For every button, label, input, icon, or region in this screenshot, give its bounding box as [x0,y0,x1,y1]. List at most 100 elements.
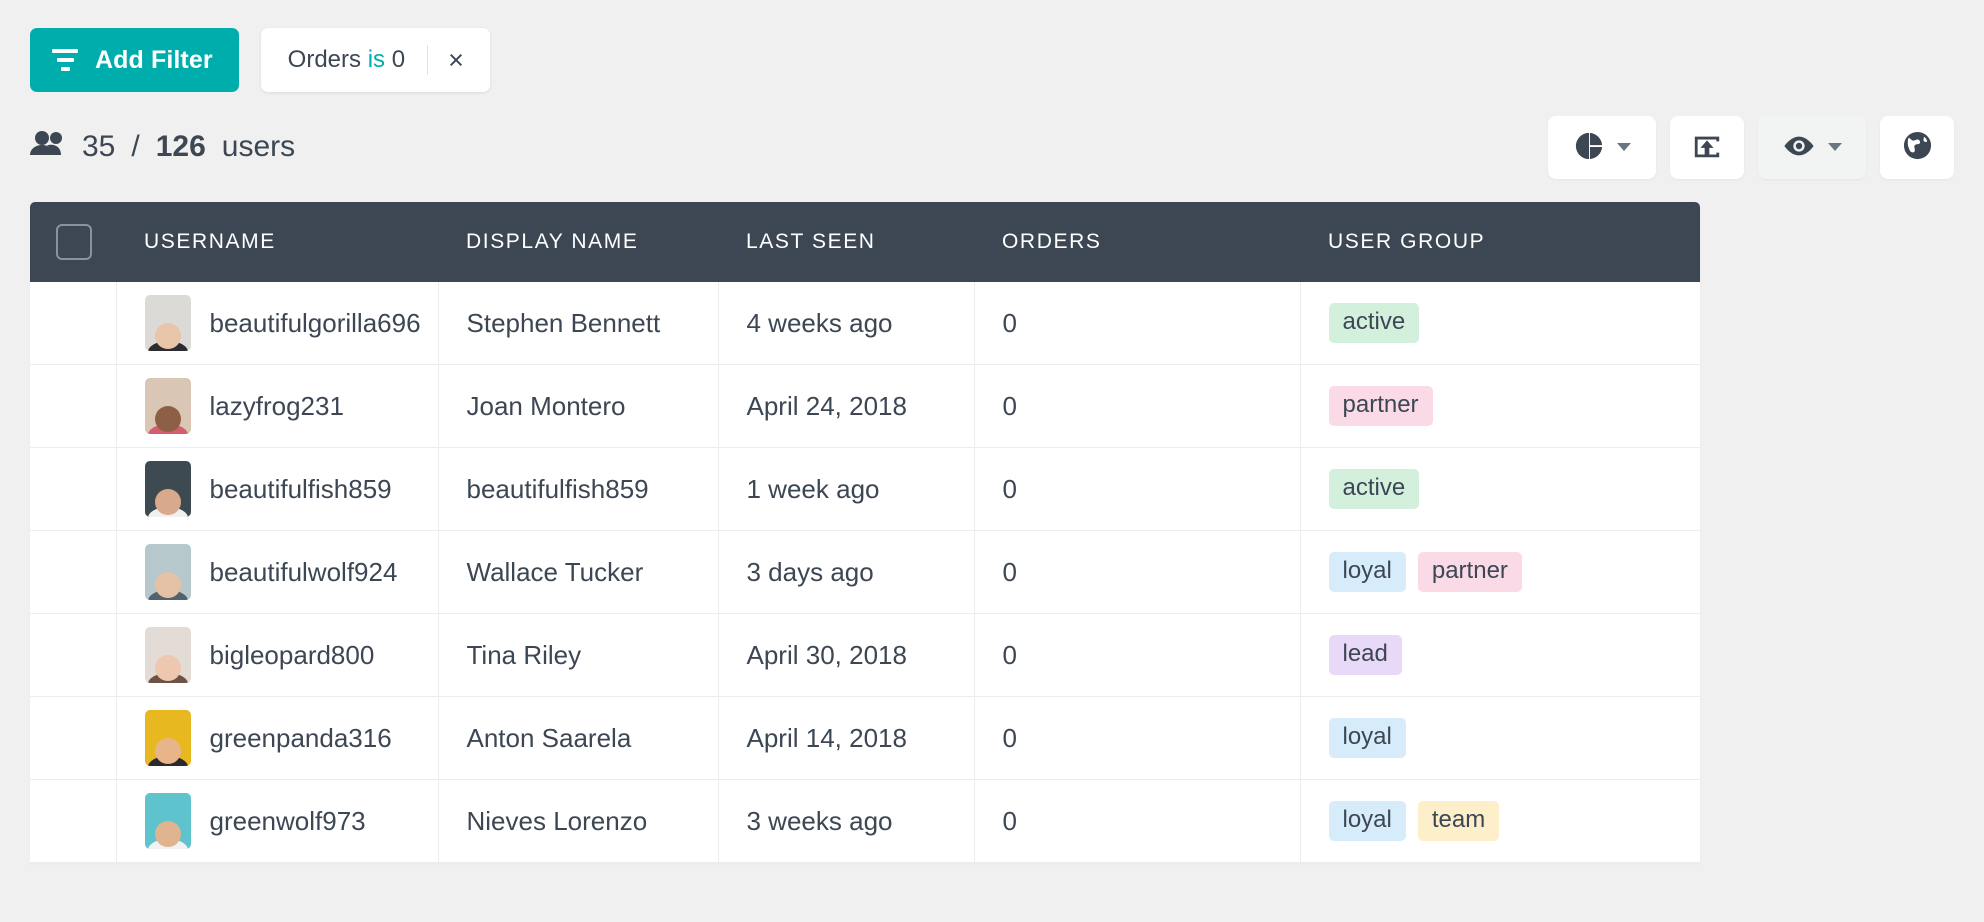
avatar [144,461,191,517]
avatar [144,378,191,434]
toolbar-buttons [1548,115,1954,179]
filter-chip-orders[interactable]: Orders is 0 × [260,28,490,92]
export-upload-icon [1692,131,1722,164]
cell-username[interactable]: beautifulfish859 [116,447,439,531]
table-row[interactable]: greenwolf973 Nieves Lorenzo 3 weeks ago 0 lo… [30,779,1700,863]
select-all-header [30,202,116,282]
cell-display-name: Anton Saarela [438,696,719,780]
geo-button[interactable] [1880,115,1954,179]
cell-username[interactable]: beautifulgorilla696 [116,282,439,365]
column-header-user-group[interactable]: USER GROUP [1300,202,1700,282]
user-count: 35 / 126 users [30,130,295,164]
close-icon[interactable]: × [444,46,468,74]
avatar [144,710,191,766]
add-filter-label: Add Filter [95,45,213,74]
cell-display-name: Tina Riley [438,613,719,697]
user-group-tag[interactable]: lead [1328,635,1402,675]
username-label: beautifulfish859 [209,473,392,504]
table-row[interactable]: beautifulgorilla696 Stephen Bennett 4 week… [30,282,1700,365]
filter-bar: Add Filter Orders is 0 × [0,0,1984,92]
cell-last-seen: April 30, 2018 [718,613,975,697]
column-header-username[interactable]: USERNAME [116,202,438,282]
cell-orders: 0 [974,613,1301,697]
filter-chip-value: 0 [391,46,406,73]
cell-display-name: Nieves Lorenzo [438,779,719,863]
cell-last-seen: April 14, 2018 [718,696,975,780]
cell-orders: 0 [974,282,1301,365]
cell-username[interactable]: greenwolf973 [116,779,439,863]
cell-display-name: Stephen Bennett [438,282,719,365]
row-select-cell[interactable] [30,447,117,531]
users-table: USERNAME DISPLAY NAME LAST SEEN ORDERS U… [30,202,1700,863]
cell-user-group: loyal [1300,696,1700,780]
add-filter-button[interactable]: Add Filter [30,28,239,92]
row-select-cell[interactable] [30,530,117,614]
avatar [144,295,191,351]
user-group-tag[interactable]: loyal [1328,718,1406,758]
cell-user-group: lead [1300,613,1700,697]
tag-list: active [1328,469,1700,509]
table-head: USERNAME DISPLAY NAME LAST SEEN ORDERS U… [30,202,1700,282]
table-row[interactable]: beautifulfish859 beautifulfish859 1 week a… [30,447,1700,531]
eye-icon [1783,135,1815,160]
cell-orders: 0 [974,530,1301,614]
visibility-button[interactable] [1758,115,1866,179]
globe-icon [1902,130,1933,164]
select-all-checkbox[interactable] [56,224,92,260]
filter-chip-divider [427,45,429,75]
table-row[interactable]: beautifulwolf924 Wallace Tucker 3 days ago… [30,530,1700,614]
column-header-orders[interactable]: ORDERS [974,202,1300,282]
user-group-tag[interactable]: loyal [1328,801,1406,841]
cell-username[interactable]: bigleopard800 [116,613,439,697]
user-group-tag[interactable]: partner [1328,386,1433,426]
user-group-tag[interactable]: active [1328,469,1420,509]
cell-last-seen: 4 weeks ago [718,282,975,365]
cell-orders: 0 [974,364,1301,448]
column-header-last-seen[interactable]: LAST SEEN [718,202,974,282]
people-icon [30,130,66,164]
chart-view-button[interactable] [1548,115,1656,179]
count-separator: / [131,130,140,163]
filter-icon [52,49,78,71]
table-row[interactable]: bigleopard800 Tina Riley April 30, 2018 0 le… [30,613,1700,697]
row-select-cell[interactable] [30,613,117,697]
user-group-tag[interactable]: loyal [1328,552,1406,592]
username-label: greenwolf973 [209,805,366,836]
username-label: greenpanda316 [209,722,392,753]
count-total: 126 [155,130,206,163]
toolbar: 35 / 126 users [0,92,1984,202]
cell-display-name: Joan Montero [438,364,719,448]
tag-list: partner [1328,386,1700,426]
user-group-tag[interactable]: team [1417,801,1500,841]
tag-list: loyal [1328,718,1700,758]
row-select-cell[interactable] [30,364,117,448]
username-label: beautifulgorilla696 [209,307,421,338]
row-select-cell[interactable] [30,696,117,780]
cell-username[interactable]: greenpanda316 [116,696,439,780]
count-suffix: users [221,130,296,163]
cell-orders: 0 [974,779,1301,863]
cell-user-group: loyal partner [1300,530,1700,614]
cell-orders: 0 [974,447,1301,531]
column-header-display-name[interactable]: DISPLAY NAME [438,202,718,282]
tag-list: lead [1328,635,1700,675]
cell-display-name: beautifulfish859 [438,447,719,531]
row-select-cell[interactable] [30,779,117,863]
user-group-tag[interactable]: active [1328,303,1420,343]
table-row[interactable]: lazyfrog231 Joan Montero April 24, 2018 0 pa… [30,364,1700,448]
table-row[interactable]: greenpanda316 Anton Saarela April 14, 2018… [30,696,1700,780]
user-group-tag[interactable]: partner [1417,552,1522,592]
cell-last-seen: 1 week ago [718,447,975,531]
tag-list: active [1328,303,1700,343]
avatar [144,627,191,683]
table-header-row: USERNAME DISPLAY NAME LAST SEEN ORDERS U… [30,202,1700,282]
cell-username[interactable]: lazyfrog231 [116,364,439,448]
row-select-cell[interactable] [30,282,117,365]
avatar [144,793,191,849]
cell-username[interactable]: beautifulwolf924 [116,530,439,614]
cell-orders: 0 [974,696,1301,780]
export-button[interactable] [1670,115,1744,179]
tag-list: loyal partner [1328,552,1700,592]
cell-display-name: Wallace Tucker [438,530,719,614]
cell-last-seen: April 24, 2018 [718,364,975,448]
